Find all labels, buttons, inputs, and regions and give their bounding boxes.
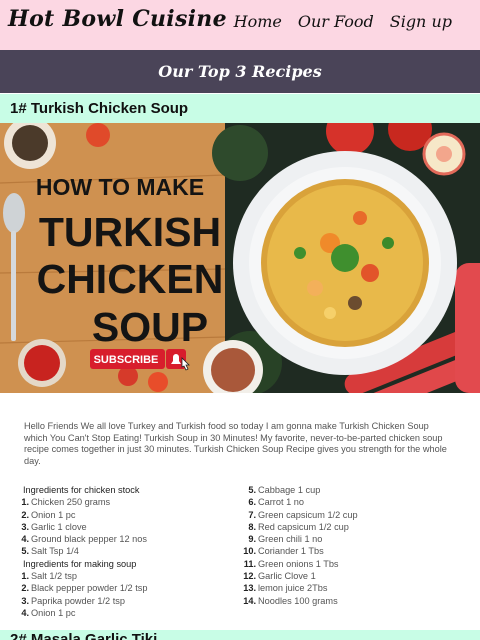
ingredient-text: Black pepper powder 1/2 tsp: [31, 583, 148, 594]
spoon: [3, 193, 25, 233]
ingredients-group-title: Ingredients for chicken stock: [23, 485, 140, 495]
ingredients-left-column: Ingredients for chicken stock 1. Chicken …: [20, 484, 230, 619]
recipe-2-header: 2# Masala Garlic Tiki: [0, 630, 480, 640]
ingredient-number: 11.: [243, 558, 256, 569]
thumbnail-line-4: SOUP: [92, 304, 208, 350]
ingredient-number: 7.: [248, 509, 256, 520]
ingredient-text: lemon juice 2Tbs: [258, 583, 328, 594]
ingredient-item: 14. Noodles 100 grams: [240, 595, 460, 607]
ingredient-number: 10.: [243, 546, 256, 557]
ingredient-text: Noodles 100 grams: [258, 595, 338, 606]
ingredient-text: Green chili 1 no: [258, 534, 323, 545]
ingredient-item: 5. Salt Tsp 1/4: [20, 545, 230, 557]
banner-title: Our Top 3 Recipes: [158, 62, 322, 81]
section-banner: Our Top 3 Recipes: [0, 50, 480, 93]
ingredient-number: 12.: [243, 571, 256, 582]
main-nav: Home Our Food Sign up: [234, 12, 452, 31]
ingredient-item: 4. Ground black pepper 12 nos: [20, 533, 230, 545]
ingredient-number: 1.: [21, 571, 29, 582]
soup-list: 1. Salt 1/2 tsp 2. Black pepper powder 1/2 …: [20, 570, 230, 619]
ingredient-number: 4.: [21, 607, 29, 618]
site-header: Hot Bowl Cuisine Home Our Food Sign up: [0, 0, 480, 50]
ingredient-number: 8.: [248, 521, 256, 532]
ingredient-text: Coriander 1 Tbs: [258, 546, 324, 557]
ingredient-item: 2. Black pepper powder 1/2 tsp: [20, 582, 230, 594]
ingredient-number: 6.: [248, 497, 256, 508]
ingredient-number: 3.: [21, 595, 29, 606]
thumbnail-line-1: HOW TO MAKE: [36, 174, 204, 200]
ingredient-item: 5. Cabbage 1 cup: [240, 484, 460, 496]
ingredient-item: 2. Onion 1 pc: [20, 509, 230, 521]
thumbnail-line-2: TURKISH: [39, 209, 221, 255]
ingredient-item: 1. Chicken 250 grams: [20, 496, 230, 508]
ingredient-item: 1. Salt 1/2 tsp: [20, 570, 230, 582]
ingredient-text: Cabbage 1 cup: [258, 485, 321, 495]
ingredient-number: 2.: [21, 509, 29, 520]
ingredient-text: Green onions 1 Tbs: [258, 558, 339, 569]
ingredient-item: 4. Onion 1 pc: [20, 607, 230, 619]
ingredient-item: 9. Green chili 1 no: [240, 533, 460, 545]
nav-our-food-link[interactable]: Our Food: [298, 12, 374, 31]
ingredient-text: Green capsicum 1/2 cup: [258, 509, 358, 520]
ingredient-number: 3.: [21, 521, 29, 532]
ingredient-text: Red capsicum 1/2 cup: [258, 521, 349, 532]
recipe-2-title: 2# Masala Garlic Tiki: [10, 631, 158, 640]
ingredient-text: Onion 1 pc: [31, 509, 76, 520]
ingredient-text: Paprika powder 1/2 tsp: [31, 595, 125, 606]
nav-home-link[interactable]: Home: [234, 12, 282, 31]
ingredient-number: 13.: [243, 583, 256, 594]
ingredient-item: 12. Garlic Clove 1: [240, 570, 460, 582]
recipe-1-title: 1# Turkish Chicken Soup: [10, 100, 189, 117]
ingredient-number: 5.: [21, 546, 29, 557]
chicken-stock-list: 1. Chicken 250 grams 2. Onion 1 pc 3. Garlic …: [20, 496, 230, 557]
ingredient-number: 2.: [21, 583, 29, 594]
ingredient-item: 10. Coriander 1 Tbs: [240, 545, 460, 557]
ingredient-text: Garlic 1 clove: [31, 521, 87, 532]
ingredient-number: 14.: [243, 595, 256, 606]
ingredient-item: 6. Carrot 1 no: [240, 496, 460, 508]
ingredients-group-title: Ingredients for making soup: [23, 558, 137, 569]
recipe-1-header: 1# Turkish Chicken Soup: [0, 94, 480, 123]
soup-thumbnail-illustration: HOW TO MAKE TURKISH CHICKEN SOUP SUBSCRI…: [0, 123, 480, 393]
recipe-1-intro: Hello Friends We all love Turkey and Tur…: [24, 421, 447, 466]
ingredient-item: 3. Paprika powder 1/2 tsp: [20, 595, 230, 607]
ingredient-item: 11. Green onions 1 Tbs: [240, 558, 460, 570]
subscribe-label: SUBSCRIBE: [94, 354, 159, 366]
ingredient-number: 5.: [248, 485, 256, 495]
ingredient-number: 9.: [248, 534, 256, 545]
ingredient-item: 3. Garlic 1 clove: [20, 521, 230, 533]
ingredient-item: 13. lemon juice 2Tbs: [240, 582, 460, 594]
ingredient-text: Garlic Clove 1: [258, 571, 316, 582]
ingredient-text: Ground black pepper 12 nos: [31, 534, 147, 545]
nav-sign-up-link[interactable]: Sign up: [390, 12, 452, 31]
recipe-1-image: HOW TO MAKE TURKISH CHICKEN SOUP SUBSCRI…: [0, 123, 480, 393]
ingredient-text: Salt 1/2 tsp: [31, 571, 77, 582]
ingredient-number: 4.: [21, 534, 29, 545]
ingredients-right-column: 5. Cabbage 1 cup 6. Carrot 1 no 7. Green caps…: [240, 484, 460, 607]
ingredient-item: 8. Red capsicum 1/2 cup: [240, 521, 460, 533]
ingredient-text: Onion 1 pc: [31, 607, 76, 618]
ingredient-number: 1.: [21, 497, 29, 508]
ingredient-text: Chicken 250 grams: [31, 497, 111, 508]
ingredient-text: Salt Tsp 1/4: [31, 546, 79, 557]
ingredient-text: Carrot 1 no: [258, 497, 304, 508]
thumbnail-line-3: CHICKEN: [37, 256, 224, 302]
brand-logo[interactable]: Hot Bowl Cuisine: [8, 6, 227, 32]
ingredient-item: 7. Green capsicum 1/2 cup: [240, 509, 460, 521]
